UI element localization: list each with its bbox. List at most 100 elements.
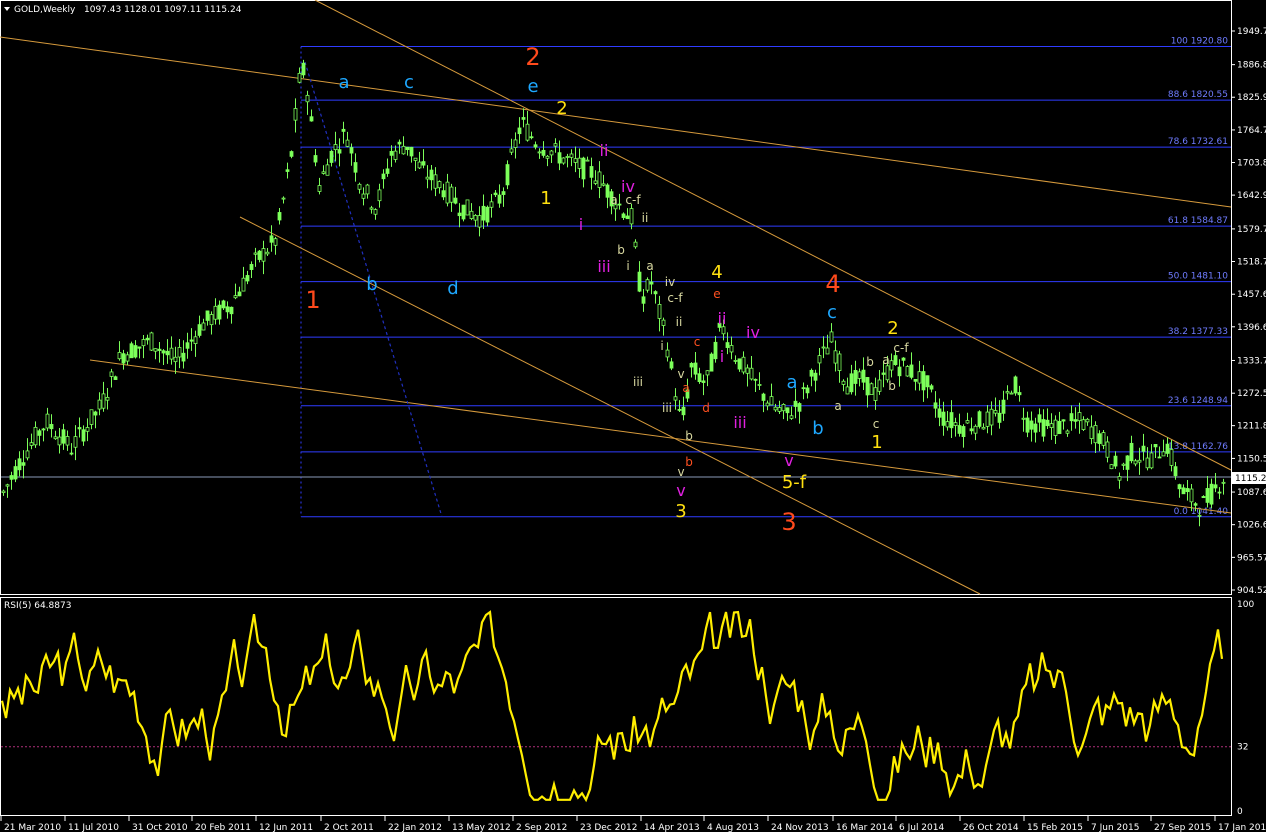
candle-body [437,181,442,189]
candle-body [61,429,66,444]
candle-body [545,155,550,159]
wave-label: ii [642,211,649,225]
candle-body [37,430,42,436]
candle-body [457,212,462,217]
candle-body [1037,414,1042,423]
candle-body [557,152,562,164]
candle-body [445,181,450,204]
wave-label: iii [733,413,746,432]
candle-body [653,291,658,295]
candle-body [357,183,362,190]
candle-body [41,428,46,431]
candle-body [989,408,994,426]
date-tick-label: 26 Oct 2014 [963,823,1019,832]
candle-body [1153,443,1158,448]
candle-body [429,169,434,181]
price-tick-label: 1703.85 [1237,159,1266,169]
candle-body [837,353,842,371]
candle-body [1121,463,1126,466]
candle-body [381,173,386,180]
candle-body [365,184,370,195]
candle-body [1161,451,1166,457]
candle-body [1201,496,1206,499]
candle-body [649,281,654,285]
candle-body [489,201,494,208]
candle-body [841,380,846,385]
candle-body [689,363,694,368]
candle-body [393,150,398,160]
candle-body [133,345,138,358]
candle-body [57,436,62,446]
candle-body [957,425,962,434]
candle-body [1045,419,1050,427]
candle-body [121,353,126,364]
candle-body [1217,491,1222,494]
candle-body [109,371,114,377]
candle-body [337,149,342,154]
wave-label: 1 [305,286,320,314]
candle-body [977,411,982,427]
candle-body [85,427,90,432]
date-tick-label: 6 Jul 2014 [899,823,944,832]
wave-label: v [676,481,685,500]
candle-body [949,412,954,429]
date-tick-label: 27 Sep 2015 [1154,823,1211,832]
ohlc-values: 1097.43 1128.01 1097.11 1115.24 [84,5,242,15]
wave-label: b [685,455,693,469]
date-tick-label: 12 Jun 2011 [259,823,313,832]
candle-body [573,158,578,163]
candle-body [69,452,74,455]
candle-body [1,490,6,494]
candle-body [593,180,598,184]
date-tick-label: 23 Dec 2012 [580,823,638,832]
candle-body [105,396,110,401]
candle-body [933,402,938,409]
candle-body [517,127,522,135]
candle-body [1005,391,1010,394]
candle-body [585,159,590,162]
candle-body [205,310,210,321]
wave-label: d [702,401,710,415]
candle-body [281,197,286,200]
candle-body [889,360,894,371]
candle-body [1101,432,1106,446]
wave-label: v [784,451,793,470]
date-tick-label: 2 Oct 2011 [324,823,374,832]
candle-body [777,407,782,412]
candle-body [29,442,34,446]
candle-body [865,377,870,396]
candle-body [1157,456,1162,459]
candle-body [941,411,946,426]
candle-body [361,193,366,199]
candle-body [913,378,918,382]
price-tick-label: 1211.84 [1237,422,1266,432]
candle-body [601,183,606,186]
candle-body [781,404,786,412]
date-tick-label: 24 Nov 2013 [771,823,829,832]
candle-body [1117,476,1122,481]
candle-body [953,422,958,426]
candle-body [5,484,10,487]
candle-body [701,380,706,383]
candle-body [961,426,966,437]
candle-body [969,428,974,432]
candle-body [745,367,750,374]
candle-body [617,203,622,206]
candle-body [921,371,926,391]
candle-body [789,415,794,419]
wave-label: a [646,259,653,273]
wave-label: 4 [825,270,840,298]
wave-label: ii [718,309,727,328]
candle-body [441,190,446,198]
candle-body [341,128,346,132]
candle-body [761,393,766,401]
rsi-label: RSI(5) 64.8873 [4,601,71,611]
candle-body [581,157,586,180]
wave-label: iii [662,401,672,415]
wave-label: e [527,76,538,97]
candle-body [1145,457,1150,469]
candle-body [625,215,630,220]
candle-body [25,450,30,459]
candle-body [857,371,862,379]
candle-body [229,306,234,315]
